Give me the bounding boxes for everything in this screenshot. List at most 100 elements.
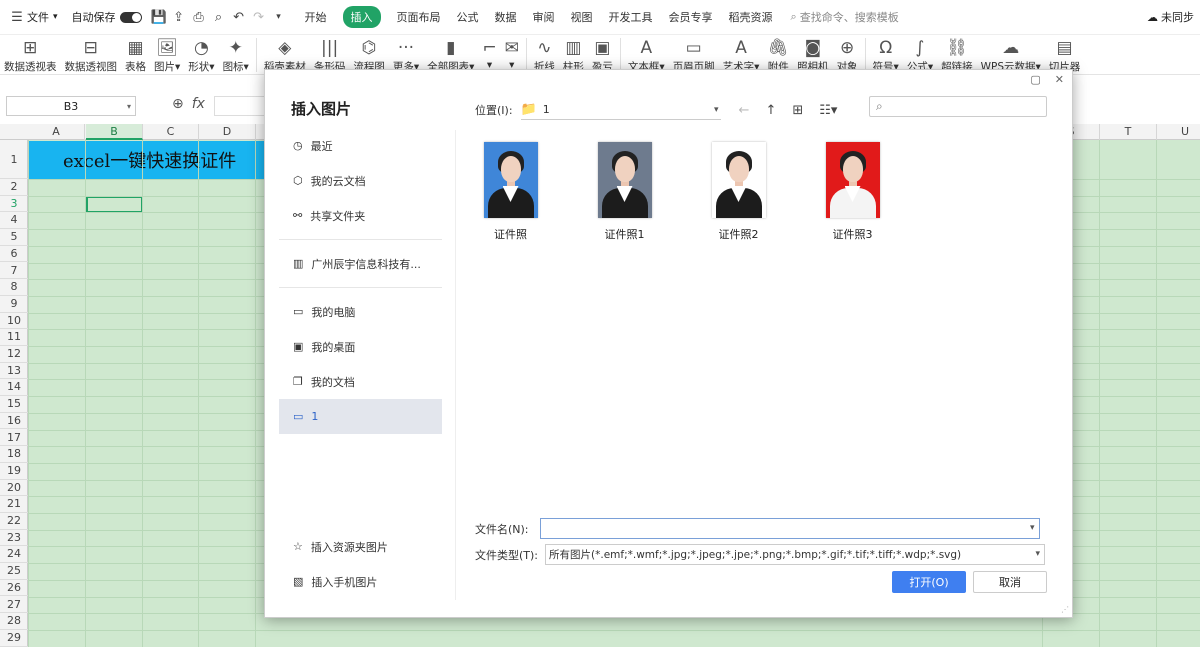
tab-8[interactable]: 会员专享 <box>661 0 721 35</box>
sidebar-bottom-item-0[interactable]: ☆ 插入资源夹图片 <box>279 529 442 564</box>
column-header-T[interactable]: T <box>1100 124 1157 140</box>
more-quick-icon[interactable]: ▾ <box>272 10 286 24</box>
sidebar-item-1[interactable]: ⬡ 我的云文档 <box>279 163 442 198</box>
ribbon-button-0[interactable]: ⊞ 数据透视表 <box>0 35 61 74</box>
filetype-select[interactable]: 所有图片(*.emf;*.wmf;*.jpg;*.jpeg;*.jpe;*.pn… <box>545 544 1046 565</box>
name-box[interactable]: B3 ▾ <box>6 96 136 116</box>
row-header-3[interactable]: 3 <box>0 196 28 213</box>
ribbon-icon: ▤ <box>1056 38 1073 58</box>
row-header-7[interactable]: 7 <box>0 263 28 280</box>
sidebar-item-6[interactable]: ❐ 我的文档 <box>279 364 442 399</box>
tab-1[interactable]: 插入 <box>335 0 389 35</box>
sidebar-bottom-item-1[interactable]: ▧ 插入手机图片 <box>279 564 442 599</box>
sidebar-item-4[interactable]: ▭ 我的电脑 <box>279 294 442 329</box>
file-item[interactable]: 证件照3 <box>817 142 888 242</box>
filename-input[interactable]: ▾ <box>539 518 1040 539</box>
row-header-6[interactable]: 6 <box>0 246 28 263</box>
column-header-C[interactable]: C <box>143 124 199 140</box>
ribbon-button-4[interactable]: ◔ 形状▾ <box>184 35 218 74</box>
print-preview-icon[interactable]: ⌕ <box>212 10 226 25</box>
row-header-2[interactable]: 2 <box>0 179 28 196</box>
row-header-25[interactable]: 25 <box>0 563 28 580</box>
row-header-9[interactable]: 9 <box>0 296 28 313</box>
autosave-toggle[interactable]: 自动保存 <box>65 0 149 35</box>
row-header-12[interactable]: 12 <box>0 346 28 363</box>
file-item[interactable]: 证件照1 <box>589 142 660 242</box>
ribbon-button-5[interactable]: ✦ 图标▾ <box>219 35 253 74</box>
fx-icon[interactable]: fx <box>192 96 205 112</box>
location-select[interactable]: 📁 1 ▾ <box>520 100 721 120</box>
print-icon[interactable]: ⎙ <box>192 10 206 25</box>
tab-4[interactable]: 数据 <box>487 0 525 35</box>
open-button[interactable]: 打开(O) <box>892 571 966 593</box>
new-folder-icon[interactable]: ⊞ <box>792 103 803 118</box>
undo-icon[interactable]: ↶ <box>232 10 246 25</box>
sidebar-item-0[interactable]: ◷ 最近 <box>279 128 442 163</box>
tab-0[interactable]: 开始 <box>297 0 335 35</box>
file-item[interactable]: 证件照2 <box>703 142 774 242</box>
maximize-icon[interactable]: ▢ <box>1030 73 1040 86</box>
row-header-29[interactable]: 29 <box>0 630 28 647</box>
ribbon-button-3[interactable]: 🖼 图片▾ <box>150 35 184 74</box>
row-header-22[interactable]: 22 <box>0 513 28 530</box>
row-header-15[interactable]: 15 <box>0 396 28 413</box>
row-header-24[interactable]: 24 <box>0 546 28 564</box>
title-cell[interactable]: excel一键快速换证件 <box>29 141 269 179</box>
sync-status[interactable]: ☁ 未同步 <box>1147 9 1200 25</box>
column-header-B[interactable]: B <box>86 124 143 140</box>
close-icon[interactable]: ✕ <box>1055 73 1064 86</box>
ribbon-button-2[interactable]: ▦ 表格 <box>121 35 150 74</box>
tab-7[interactable]: 开发工具 <box>601 0 661 35</box>
row-header-19[interactable]: 19 <box>0 463 28 480</box>
back-arrow-icon[interactable]: ← <box>739 103 750 118</box>
row-header-10[interactable]: 10 <box>0 313 28 330</box>
tab-9[interactable]: 稻壳资源 <box>721 0 781 35</box>
sidebar-item-2[interactable]: ⚯ 共享文件夹 <box>279 198 442 233</box>
row-header-4[interactable]: 4 <box>0 212 28 230</box>
tab-3[interactable]: 公式 <box>449 0 487 35</box>
row-header-20[interactable]: 20 <box>0 480 28 497</box>
up-arrow-icon[interactable]: ↑ <box>765 103 776 118</box>
file-item[interactable]: 证件照 <box>475 142 546 242</box>
column-header-D[interactable]: D <box>199 124 256 140</box>
cancel-button[interactable]: 取消 <box>973 571 1047 593</box>
command-search[interactable]: ⌕ 查找命令、搜索模板 <box>791 9 899 25</box>
tab-6[interactable]: 视图 <box>563 0 601 35</box>
row-header-28[interactable]: 28 <box>0 613 28 630</box>
sidebar-item-7[interactable]: ▭ 1 <box>279 399 442 434</box>
row-header-1[interactable]: 1 <box>0 140 28 179</box>
column-header-A[interactable]: A <box>28 124 85 140</box>
ribbon-button-11[interactable]: ⌐ ▾ <box>478 35 500 71</box>
row-header-8[interactable]: 8 <box>0 279 28 296</box>
file-menu[interactable]: ☰ 文件 ▾ <box>0 0 65 35</box>
row-header-18[interactable]: 18 <box>0 446 28 463</box>
row-header-23[interactable]: 23 <box>0 530 28 547</box>
column-header-U[interactable]: U <box>1157 124 1200 140</box>
tab-2[interactable]: 页面布局 <box>389 0 449 35</box>
row-header-11[interactable]: 11 <box>0 329 28 346</box>
redo-icon[interactable]: ↷ <box>252 10 266 25</box>
save-icon[interactable]: 💾 <box>150 10 166 25</box>
row-header-16[interactable]: 16 <box>0 413 28 430</box>
sidebar-item-5[interactable]: ▣ 我的桌面 <box>279 329 442 364</box>
row-header-27[interactable]: 27 <box>0 597 28 614</box>
row-header-26[interactable]: 26 <box>0 580 28 597</box>
ribbon-button-12[interactable]: ✉ ▾ <box>501 35 523 71</box>
row-header-5[interactable]: 5 <box>0 229 28 246</box>
active-cell-b3[interactable] <box>86 196 143 213</box>
grid-column-line <box>85 140 86 647</box>
row-header-13[interactable]: 13 <box>0 363 28 380</box>
view-mode-icon[interactable]: ☷▾ <box>819 103 837 118</box>
export-icon[interactable]: ⇪ <box>172 10 186 25</box>
zoom-icon[interactable]: ⊕ <box>172 96 184 112</box>
row-header-14[interactable]: 14 <box>0 379 28 397</box>
filename-label: 文件名(N): <box>475 522 529 536</box>
resize-grip-icon[interactable]: ⋰ <box>1061 605 1069 614</box>
row-header-17[interactable]: 17 <box>0 430 28 447</box>
file-search-input[interactable]: ⌕ <box>869 96 1047 117</box>
ribbon-icon: ◙ <box>804 38 822 58</box>
ribbon-button-1[interactable]: ⊟ 数据透视图 <box>61 35 122 74</box>
sidebar-item-3[interactable]: ▥ 广州辰宇信息科技有... <box>279 246 442 281</box>
tab-5[interactable]: 审阅 <box>525 0 563 35</box>
row-header-21[interactable]: 21 <box>0 496 28 513</box>
